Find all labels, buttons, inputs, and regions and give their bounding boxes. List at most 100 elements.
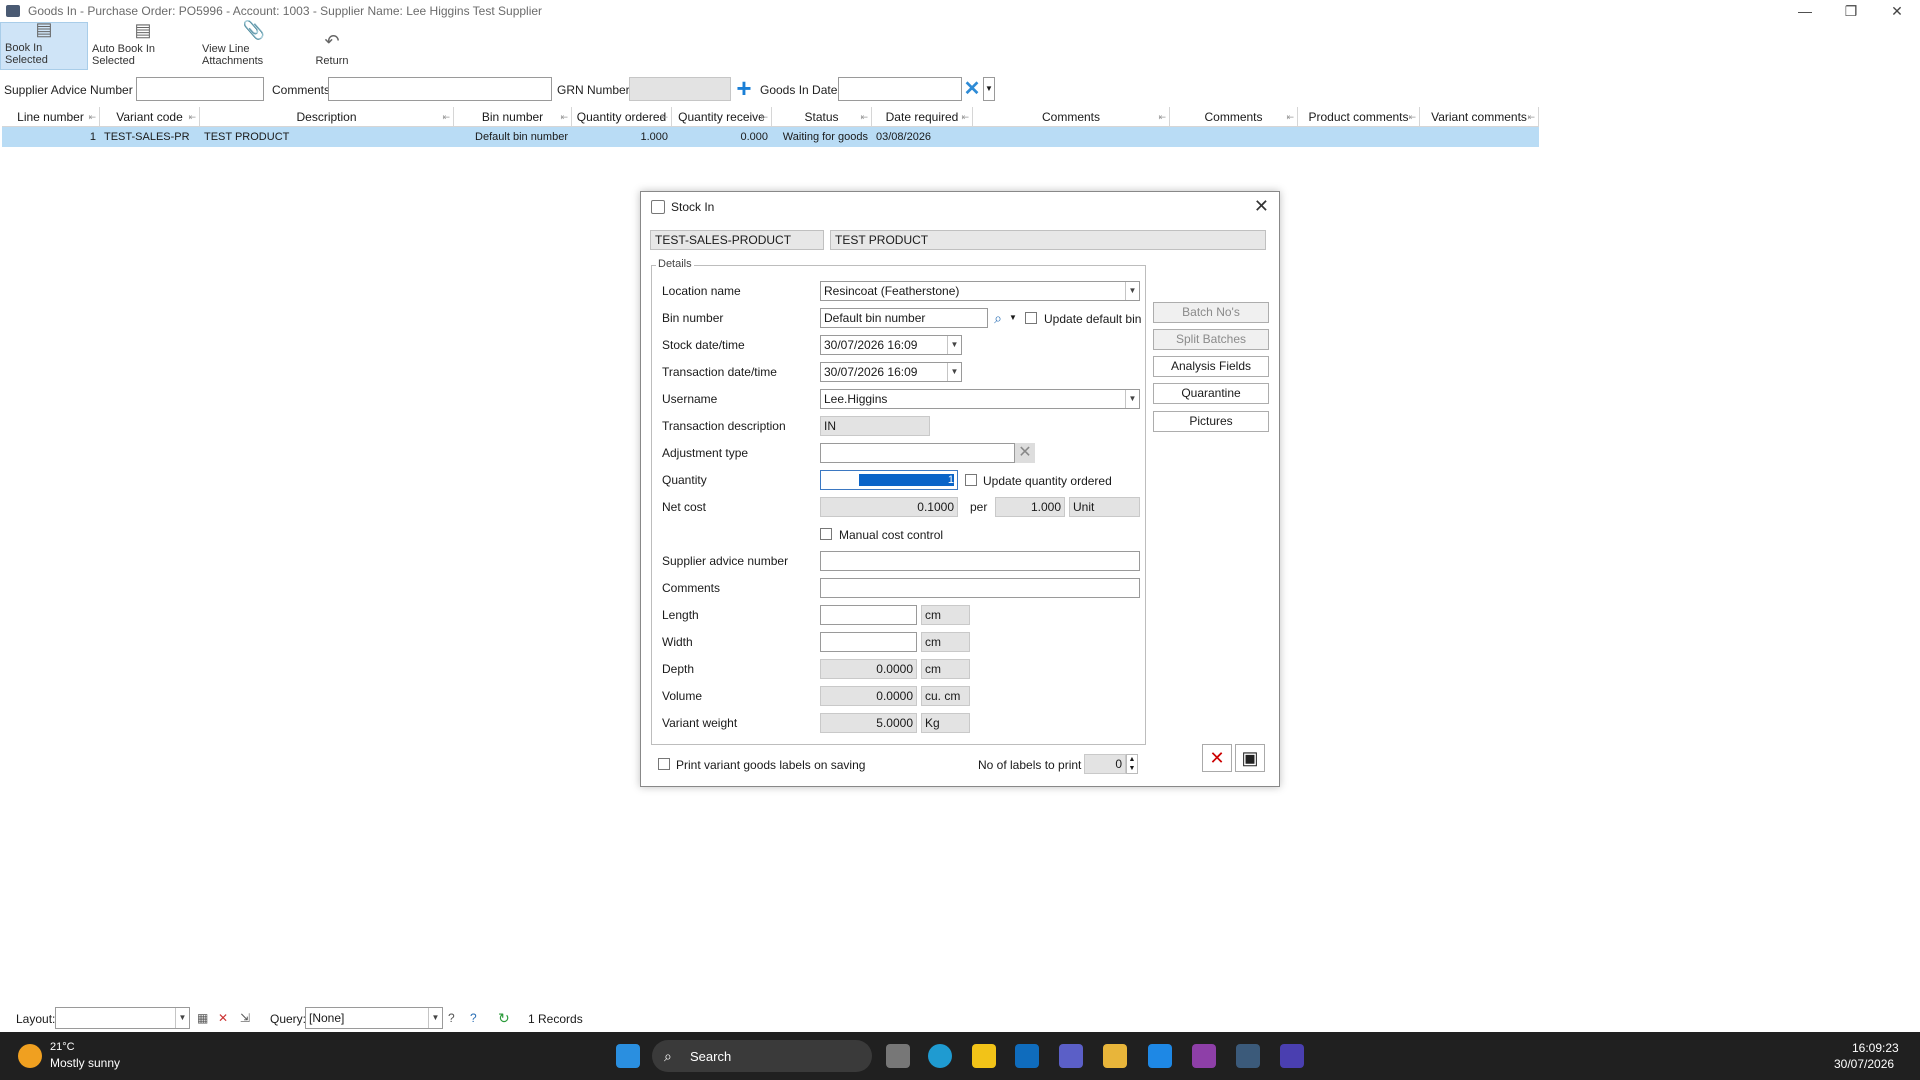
col-comments-1[interactable]: Comments bbox=[973, 107, 1170, 126]
trans-date-input[interactable]: 30/07/2026 16:09 ▼ bbox=[820, 362, 962, 382]
cell-variant-code: TEST-SALES-PR bbox=[104, 131, 190, 143]
app-icon[interactable] bbox=[1280, 1044, 1304, 1068]
update-quantity-ordered-checkbox[interactable] bbox=[965, 474, 977, 486]
col-comments-2[interactable]: Comments bbox=[1170, 107, 1298, 126]
username-dropdown-icon[interactable]: ▼ bbox=[1125, 390, 1139, 408]
trans-date-value: 30/07/2026 16:09 bbox=[824, 365, 918, 379]
grn-input[interactable] bbox=[629, 77, 731, 101]
stock-date-value: 30/07/2026 16:09 bbox=[824, 338, 918, 352]
sticky-notes-icon[interactable] bbox=[972, 1044, 996, 1068]
file-explorer-icon[interactable] bbox=[1103, 1044, 1127, 1068]
visual-studio-icon[interactable] bbox=[1192, 1044, 1216, 1068]
col-bin-number[interactable]: Bin number bbox=[454, 107, 572, 126]
query-dropdown-icon[interactable]: ▼ bbox=[428, 1008, 442, 1028]
dialog-title-bar: Stock In bbox=[651, 200, 714, 214]
search-icon: ⌕ bbox=[664, 1048, 672, 1064]
col-line-number[interactable]: Line number bbox=[2, 107, 100, 126]
dialog-comments-field[interactable] bbox=[820, 578, 1140, 598]
layout-delete-icon[interactable]: ✕ bbox=[218, 1011, 228, 1025]
book-in-selected-button[interactable]: ▤ Book In Selected bbox=[0, 19, 88, 70]
quantity-input[interactable]: 1 bbox=[820, 470, 958, 490]
table-row[interactable]: 1 TEST-SALES-PR TEST PRODUCT Default bin… bbox=[2, 127, 1539, 147]
pictures-button[interactable]: Pictures bbox=[1153, 411, 1269, 432]
minimize-button[interactable]: — bbox=[1782, 0, 1828, 22]
weather-icon[interactable] bbox=[18, 1044, 42, 1068]
add-grn-plus-icon[interactable]: + bbox=[732, 75, 756, 101]
username-select[interactable]: Lee.Higgins ▼ bbox=[820, 389, 1140, 409]
return-button[interactable]: ↶ Return bbox=[310, 22, 354, 70]
print-labels-checkbox[interactable] bbox=[658, 758, 670, 770]
layout-label: Layout: bbox=[16, 1012, 56, 1026]
layout-save-icon[interactable]: ▦ bbox=[197, 1011, 208, 1025]
outlook-icon[interactable] bbox=[1015, 1044, 1039, 1068]
username-label: Username bbox=[662, 392, 718, 406]
query-value: [None] bbox=[309, 1011, 345, 1025]
auto-book-in-selected-button[interactable]: ▤ Auto Book In Selected bbox=[88, 20, 198, 70]
goods-in-date-input[interactable] bbox=[838, 77, 962, 101]
erp-app-icon[interactable] bbox=[1236, 1044, 1260, 1068]
col-variant-comments[interactable]: Variant comments bbox=[1420, 107, 1539, 126]
filter-row: Supplier Advice Number Comments GRN Numb… bbox=[0, 75, 1920, 103]
bin-dropdown-arrow[interactable]: ▼ bbox=[1007, 308, 1019, 328]
cancel-delete-icon[interactable]: ✕ bbox=[1202, 744, 1232, 772]
notepad-app-icon[interactable] bbox=[1148, 1044, 1172, 1068]
location-select[interactable]: Resincoat (Featherstone) ▼ bbox=[820, 281, 1140, 301]
update-default-bin-checkbox[interactable] bbox=[1025, 312, 1037, 324]
close-window-button[interactable]: ✕ bbox=[1874, 0, 1920, 22]
comments-input[interactable] bbox=[328, 77, 552, 101]
width-input[interactable] bbox=[820, 632, 917, 652]
task-view-icon[interactable] bbox=[886, 1044, 910, 1068]
width-label: Width bbox=[662, 635, 693, 649]
stock-date-input[interactable]: 30/07/2026 16:09 ▼ bbox=[820, 335, 962, 355]
query-edit-icon[interactable]: ? bbox=[470, 1011, 477, 1025]
cell-quantity-received: 0.000 bbox=[740, 131, 768, 143]
col-status[interactable]: Status bbox=[772, 107, 872, 126]
analysis-fields-button[interactable]: Analysis Fields bbox=[1153, 356, 1269, 377]
edge-browser-icon[interactable] bbox=[928, 1044, 952, 1068]
adjustment-input[interactable] bbox=[820, 443, 1015, 463]
save-icon[interactable]: ▣ bbox=[1235, 744, 1265, 772]
taskbar-search[interactable]: ⌕ Search bbox=[652, 1040, 872, 1072]
layout-reset-icon[interactable]: ⇲ bbox=[240, 1011, 250, 1025]
trans-date-dropdown-icon[interactable]: ▼ bbox=[947, 363, 961, 381]
supplier-advice-field[interactable] bbox=[820, 551, 1140, 571]
app-truck-icon bbox=[6, 5, 20, 17]
col-description[interactable]: Description bbox=[200, 107, 454, 126]
split-batches-button[interactable]: Split Batches bbox=[1153, 329, 1269, 350]
chevron-down-icon[interactable]: ▼ bbox=[1125, 282, 1139, 300]
bin-search-icon[interactable]: ⌕ bbox=[989, 308, 1007, 328]
bin-input[interactable]: Default bin number bbox=[820, 308, 988, 328]
cell-description: TEST PRODUCT bbox=[204, 131, 290, 143]
stock-date-dropdown-icon[interactable]: ▼ bbox=[947, 336, 961, 354]
col-quantity-received[interactable]: Quantity receive bbox=[672, 107, 772, 126]
windows-start-icon[interactable] bbox=[616, 1044, 640, 1068]
teams-icon[interactable] bbox=[1059, 1044, 1083, 1068]
clear-adjustment-icon[interactable]: ✕ bbox=[1015, 443, 1035, 463]
col-quantity-ordered[interactable]: Quantity ordered bbox=[572, 107, 672, 126]
manual-cost-checkbox[interactable] bbox=[820, 528, 832, 540]
per-label: per bbox=[970, 500, 988, 514]
restore-button[interactable]: ❐ bbox=[1828, 0, 1874, 22]
batch-nos-button[interactable]: Batch No's bbox=[1153, 302, 1269, 323]
location-value: Resincoat (Featherstone) bbox=[824, 284, 960, 298]
col-variant-code[interactable]: Variant code bbox=[100, 107, 200, 126]
refresh-icon[interactable]: ↻ bbox=[498, 1010, 510, 1027]
weight-unit: Kg bbox=[921, 713, 970, 733]
supplier-advice-label: Supplier Advice Number bbox=[4, 83, 133, 97]
supplier-advice-input[interactable] bbox=[136, 77, 264, 101]
dialog-close-icon[interactable]: ✕ bbox=[1254, 196, 1269, 217]
quarantine-button[interactable]: Quarantine bbox=[1153, 383, 1269, 404]
query-select[interactable]: [None] ▼ bbox=[305, 1007, 443, 1029]
cell-product-comments bbox=[1298, 127, 1420, 147]
layout-dropdown-icon[interactable]: ▼ bbox=[175, 1008, 189, 1028]
clear-date-icon[interactable]: ✕ bbox=[961, 77, 983, 101]
view-line-attachments-button[interactable]: 📎 View Line Attachments bbox=[198, 20, 310, 70]
no-labels-spinner[interactable]: ▲ ▼ bbox=[1126, 754, 1138, 774]
date-dropdown-arrow[interactable]: ▼ bbox=[983, 77, 995, 101]
update-default-bin-label: Update default bin bbox=[1044, 312, 1142, 326]
col-product-comments[interactable]: Product comments bbox=[1298, 107, 1420, 126]
layout-select[interactable]: ▼ bbox=[55, 1007, 190, 1029]
query-help-icon[interactable]: ? bbox=[448, 1011, 455, 1025]
col-date-required[interactable]: Date required bbox=[872, 107, 973, 126]
length-input[interactable] bbox=[820, 605, 917, 625]
